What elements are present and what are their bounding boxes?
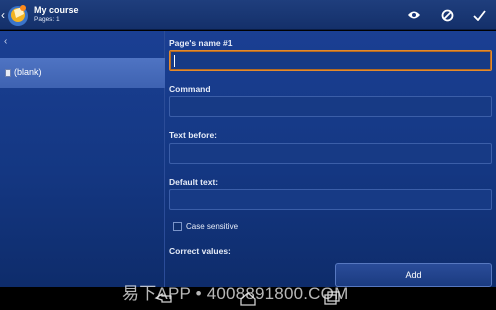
default-text-label: Default text: xyxy=(169,177,219,187)
page-form: Page's name #1 Command Text before: Defa… xyxy=(169,31,493,287)
command-label: Command xyxy=(169,84,211,94)
main-content: ‹ (blank) Page's name #1 Command Text be… xyxy=(0,31,496,287)
watermark-text: 易下APP • 4008891800.COM xyxy=(122,284,349,303)
case-sensitive-checkbox[interactable] xyxy=(173,222,182,231)
add-button[interactable]: Add xyxy=(335,263,492,287)
preview-icon xyxy=(408,11,420,19)
text-caret xyxy=(174,55,175,67)
page-name-input[interactable] xyxy=(169,50,492,71)
confirm-check-icon xyxy=(472,9,486,21)
command-input[interactable] xyxy=(169,96,492,117)
pages-list: ‹ (blank) xyxy=(0,31,165,287)
text-before-label: Text before: xyxy=(169,130,218,140)
default-text-input[interactable] xyxy=(169,189,492,210)
pages-count: Pages: 1 xyxy=(34,16,60,23)
case-sensitive-label: Case sensitive xyxy=(186,222,239,231)
cancel-button[interactable] xyxy=(437,5,457,25)
page-icon xyxy=(5,69,11,77)
correct-values-label: Correct values: xyxy=(169,246,231,256)
confirm-button[interactable] xyxy=(469,5,489,25)
cancel-icon xyxy=(441,9,453,21)
list-item-page[interactable]: (blank) xyxy=(0,58,165,88)
text-before-input[interactable] xyxy=(169,143,492,164)
preview-button[interactable] xyxy=(404,5,424,25)
page-name-label: Page's name #1 xyxy=(169,38,233,48)
app-title: My course xyxy=(34,5,79,15)
app-logo-icon[interactable] xyxy=(6,2,30,28)
chevron-left-icon[interactable]: ‹ xyxy=(4,36,7,47)
list-item-label: (blank) xyxy=(14,67,42,77)
action-bar: ‹ My course Pages: 1 xyxy=(0,0,496,30)
